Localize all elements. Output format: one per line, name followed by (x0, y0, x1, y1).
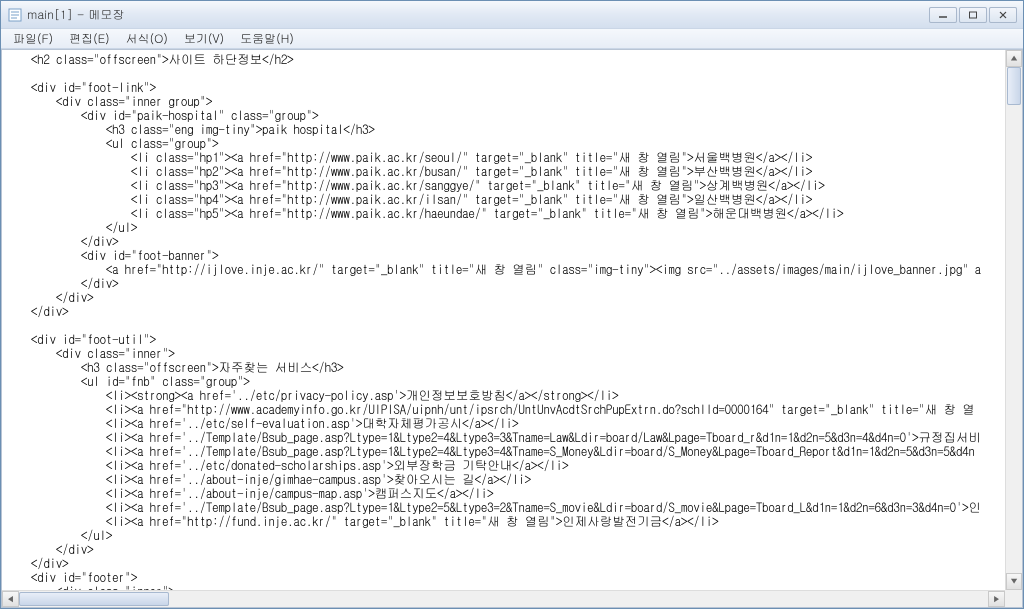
scroll-corner (1005, 590, 1022, 607)
menu-format[interactable]: 서식(O) (118, 28, 176, 49)
app-icon (7, 7, 23, 23)
window-controls (929, 7, 1017, 23)
menu-file[interactable]: 파일(F) (5, 28, 61, 49)
scroll-down-button[interactable]: ▼ (1006, 573, 1022, 590)
close-button[interactable] (989, 7, 1017, 23)
scroll-h-track[interactable] (19, 591, 988, 607)
titlebar[interactable]: main[1] - 메모장 (1, 1, 1023, 29)
app-window: main[1] - 메모장 파일(F) 편집(E) 서식(O) 보기(V) 도움… (0, 0, 1024, 609)
minimize-button[interactable] (929, 7, 957, 23)
maximize-button[interactable] (959, 7, 987, 23)
window-title: main[1] - 메모장 (27, 6, 929, 23)
menubar: 파일(F) 편집(E) 서식(O) 보기(V) 도움말(H) (1, 29, 1023, 49)
menu-edit[interactable]: 편집(E) (61, 28, 118, 49)
content-area: <h2 class="offscreen">사이트 하단정보</h2> <div… (1, 49, 1023, 608)
vertical-scrollbar[interactable]: ▲ ▼ (1005, 50, 1022, 590)
menu-view[interactable]: 보기(V) (176, 28, 232, 49)
menu-help[interactable]: 도움말(H) (232, 28, 302, 49)
scroll-v-thumb[interactable] (1007, 67, 1021, 105)
scroll-h-thumb[interactable] (19, 592, 169, 606)
scroll-left-button[interactable]: ◀ (2, 591, 19, 607)
horizontal-scrollbar[interactable]: ◀ ▶ (2, 590, 1005, 607)
scroll-up-button[interactable]: ▲ (1006, 50, 1022, 67)
text-editor[interactable]: <h2 class="offscreen">사이트 하단정보</h2> <div… (2, 50, 1022, 607)
scroll-right-button[interactable]: ▶ (988, 591, 1005, 607)
scroll-v-track[interactable] (1006, 67, 1022, 573)
